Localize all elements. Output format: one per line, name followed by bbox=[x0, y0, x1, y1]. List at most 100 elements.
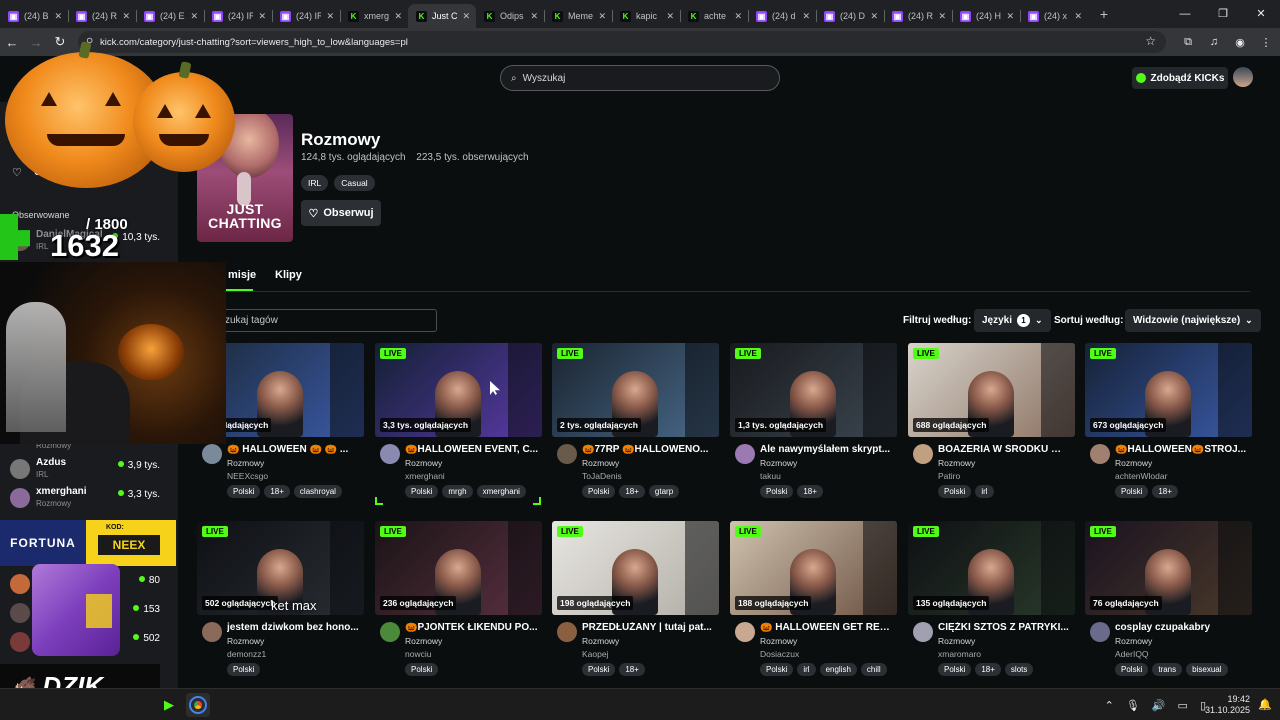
close-icon[interactable]: ✕ bbox=[598, 11, 606, 22]
stream-card[interactable]: LIVE 76 oglądających cosplay czupakabry Roz… bbox=[1085, 521, 1252, 681]
stream-tag[interactable]: gtarp bbox=[648, 485, 680, 498]
stream-tag[interactable]: xmerghani bbox=[476, 485, 526, 498]
sidebar-channel[interactable]: xmerghani Rozmowy 3,3 tys. bbox=[10, 484, 170, 512]
chevron-up-icon[interactable]: ⌃ bbox=[1105, 699, 1114, 712]
stream-thumbnail[interactable]: LIVE 236 oglądających bbox=[375, 521, 542, 615]
stream-card[interactable]: LIVE 135 oglądających CIĘŻKI SZTOS Z PATRY… bbox=[908, 521, 1075, 681]
chrome-icon[interactable] bbox=[186, 693, 210, 717]
browser-tab[interactable]: Kkapic ✕ bbox=[612, 4, 680, 28]
notification-bell-icon[interactable]: 🔔 bbox=[1258, 698, 1272, 711]
extensions-icon[interactable]: ⧉ bbox=[1180, 36, 1196, 49]
kick-app-icon[interactable]: ▶ bbox=[157, 693, 181, 717]
stream-tag[interactable]: irl bbox=[797, 663, 816, 676]
close-icon[interactable]: ✕ bbox=[802, 11, 810, 22]
stream-tag[interactable]: mrgh bbox=[442, 485, 473, 498]
streamer-name[interactable]: xmerghani bbox=[405, 471, 445, 481]
stream-card[interactable]: LIVE 2 tys. oglądających 🎃77RP 🎃HALLOWENO.… bbox=[552, 343, 719, 503]
stream-thumbnail[interactable]: LIVE 76 oglądających bbox=[1085, 521, 1252, 615]
stream-tag[interactable]: Polski bbox=[582, 663, 616, 676]
search-input[interactable]: ⌕ Wyszukaj bbox=[500, 65, 780, 91]
stream-card[interactable]: LIVE 236 oglądających 🎃PJONTEK ŁIKENDU PO.… bbox=[375, 521, 542, 681]
browser-tab[interactable]: ▣ (24) E ✕ bbox=[136, 4, 204, 28]
stream-card[interactable]: LIVE 3,3 tys. oglądających 🎃HALLOWEEN EVEN… bbox=[375, 343, 542, 503]
stream-category[interactable]: Rozmowy bbox=[1115, 458, 1152, 468]
avatar[interactable] bbox=[380, 444, 400, 464]
stream-category[interactable]: Rozmowy bbox=[938, 636, 975, 646]
stream-title[interactable]: BOAZERIA W ŚRODKU 🟥 ... bbox=[938, 444, 1072, 455]
stream-card[interactable]: LIVE 688 oglądających BOAZERIA W ŚRODKU 🟥 … bbox=[908, 343, 1075, 503]
avatar[interactable] bbox=[1090, 444, 1110, 464]
stream-title[interactable]: 🎃HALLOWEEN🎃STROJ... bbox=[1115, 444, 1249, 455]
stream-tag[interactable]: 18+ bbox=[1152, 485, 1178, 498]
close-icon[interactable]: ✕ bbox=[1074, 11, 1082, 22]
bookmark-star-icon[interactable]: ☆ bbox=[1145, 34, 1156, 48]
stream-title[interactable]: PRZEDŁUŻANY | tutaj pat... bbox=[582, 622, 716, 633]
stream-category[interactable]: Rozmowy bbox=[760, 636, 797, 646]
stream-tag[interactable]: Polski bbox=[938, 485, 972, 498]
stream-tag[interactable]: Polski bbox=[227, 663, 261, 676]
stream-tag[interactable]: Polski bbox=[582, 485, 616, 498]
stream-thumbnail[interactable]: LIVE 673 oglądających bbox=[1085, 343, 1252, 437]
streamer-name[interactable]: takuu bbox=[760, 471, 781, 481]
avatar[interactable] bbox=[735, 622, 755, 642]
stream-tag[interactable]: Polski bbox=[1115, 663, 1149, 676]
avatar[interactable] bbox=[380, 622, 400, 642]
stream-category[interactable]: Rozmowy bbox=[1115, 636, 1152, 646]
stream-category[interactable]: Rozmowy bbox=[405, 458, 442, 468]
avatar[interactable] bbox=[735, 444, 755, 464]
close-icon[interactable]: ✕ bbox=[394, 11, 402, 22]
stream-title[interactable]: 🎃PJONTEK ŁIKENDU PO... bbox=[405, 622, 539, 633]
stream-tag[interactable]: irl bbox=[975, 485, 994, 498]
streamer-name[interactable]: demonzz1 bbox=[227, 649, 266, 659]
browser-tab[interactable]: ▣ (24) H ✕ bbox=[952, 4, 1020, 28]
stream-tag[interactable]: bisexual bbox=[1186, 663, 1228, 676]
close-icon[interactable]: ✕ bbox=[938, 11, 946, 22]
stream-thumbnail[interactable]: LIVE 135 oglądających bbox=[908, 521, 1075, 615]
browser-tab[interactable]: ▣ (24) x ✕ bbox=[1020, 4, 1088, 28]
streamer-name[interactable]: nowciu bbox=[405, 649, 431, 659]
browser-tab[interactable]: ▣ (24) R ✕ bbox=[884, 4, 952, 28]
close-icon[interactable]: ✕ bbox=[326, 11, 334, 22]
stream-tag[interactable]: 18+ bbox=[619, 663, 645, 676]
stream-tag[interactable]: Polski bbox=[760, 485, 794, 498]
browser-tab[interactable]: Kxmerg ✕ bbox=[340, 4, 408, 28]
stream-title[interactable]: Ale nawymyślałem skrypt... bbox=[760, 444, 894, 455]
tab-streams[interactable]: misje bbox=[228, 269, 256, 281]
sort-dropdown[interactable]: Widzowie (największe) ⌄ bbox=[1125, 309, 1261, 332]
close-icon[interactable]: ✕ bbox=[190, 11, 198, 22]
stream-category[interactable]: Rozmowy bbox=[760, 458, 797, 468]
close-icon[interactable]: ✕ bbox=[462, 11, 470, 22]
stream-tag[interactable]: Polski bbox=[405, 485, 439, 498]
browser-tab[interactable]: ▣ (24) D ✕ bbox=[816, 4, 884, 28]
browser-menu-icon[interactable]: ⋮ bbox=[1258, 36, 1274, 49]
stream-title[interactable]: 🎃HALLOWEEN EVENT, C... bbox=[405, 444, 539, 455]
maximize-icon[interactable]: ❐ bbox=[1204, 0, 1242, 28]
browser-tab[interactable]: K Just C ✕ bbox=[408, 4, 476, 28]
stream-tag[interactable]: Polski bbox=[1115, 485, 1149, 498]
stream-tag[interactable]: english bbox=[819, 663, 857, 676]
microphone-icon[interactable]: 🎙 bbox=[1126, 699, 1140, 712]
stream-thumbnail[interactable]: LIVE 1,3 tys. oglądających bbox=[730, 343, 897, 437]
stream-category[interactable]: Rozmowy bbox=[582, 458, 619, 468]
streamer-name[interactable]: ToJaDenis bbox=[582, 471, 622, 481]
close-icon[interactable]: ✕ bbox=[258, 11, 266, 22]
stream-tag[interactable]: trans bbox=[1152, 663, 1183, 676]
avatar[interactable] bbox=[557, 444, 577, 464]
stream-thumbnail[interactable]: LIVE 2 tys. oglądających bbox=[552, 343, 719, 437]
stream-category[interactable]: Rozmowy bbox=[405, 636, 442, 646]
stream-category[interactable]: Rozmowy bbox=[227, 458, 264, 468]
user-avatar[interactable] bbox=[1233, 67, 1253, 87]
stream-card[interactable]: LIVE 673 oglądających 🎃HALLOWEEN🎃STROJ... R… bbox=[1085, 343, 1252, 503]
speaker-icon[interactable]: 🔊 bbox=[1152, 699, 1166, 712]
close-icon[interactable]: ✕ bbox=[54, 11, 62, 22]
stream-category[interactable]: Rozmowy bbox=[582, 636, 619, 646]
url-field[interactable]: ⚲ kick.com/category/just-chatting?sort=v… bbox=[78, 31, 1166, 53]
network-icon[interactable]: ▭ bbox=[1178, 699, 1188, 712]
stream-tag[interactable]: slots bbox=[1004, 663, 1034, 676]
browser-tab[interactable]: ▣ (24) B ✕ bbox=[0, 4, 68, 28]
close-icon[interactable]: ✕ bbox=[734, 11, 742, 22]
profile-icon[interactable]: ◉ bbox=[1232, 36, 1248, 49]
avatar[interactable] bbox=[913, 444, 933, 464]
streamer-name[interactable]: Kaopej bbox=[582, 649, 608, 659]
stream-tag[interactable]: clashroyal bbox=[293, 485, 342, 498]
